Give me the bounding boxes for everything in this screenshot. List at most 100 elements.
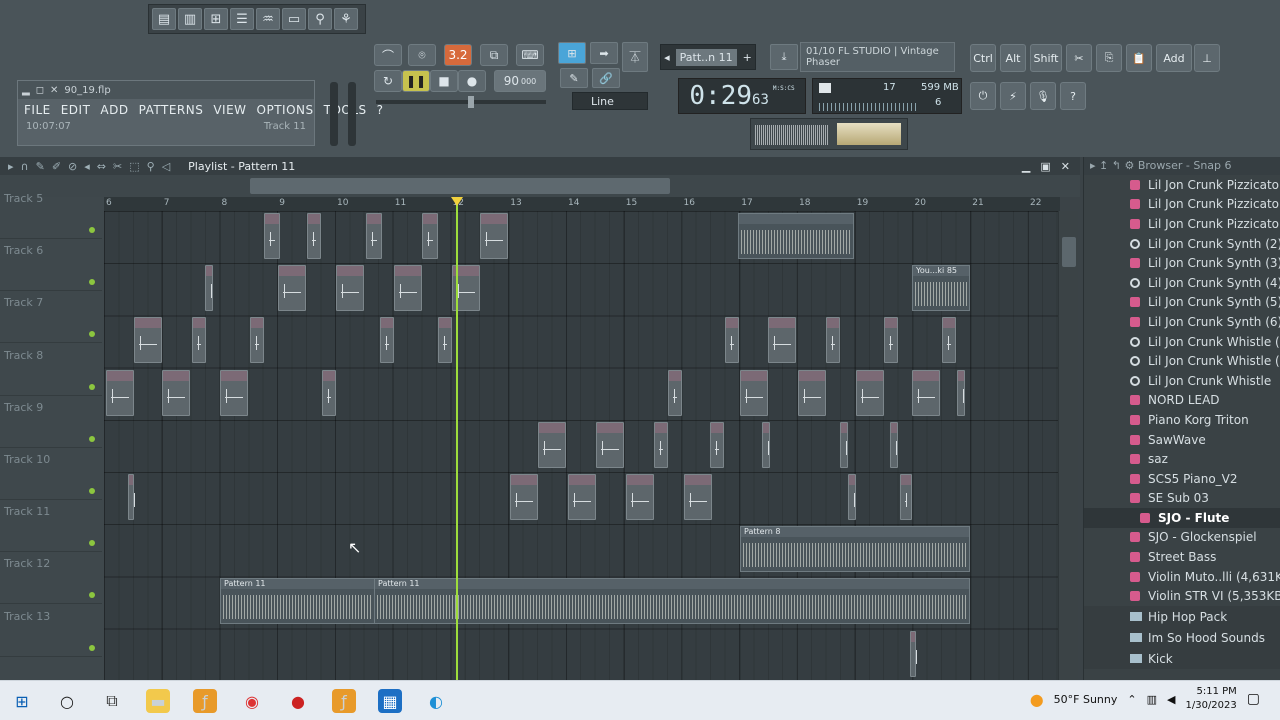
browser-item[interactable]: Street Bass (1084, 547, 1280, 567)
browser-nav-icons[interactable]: ▸ ↥ ↰ ⚙ (1090, 159, 1138, 172)
menu-options[interactable]: OPTIONS (257, 103, 314, 117)
weather-text[interactable]: 50°F Sunny (1054, 693, 1118, 706)
browser-item[interactable]: Lil Jon Crunk Whistle (2) (1084, 332, 1280, 352)
browser-item[interactable]: Lil Jon Crunk Synth (3) (1084, 253, 1280, 273)
pattern-clip[interactable] (480, 213, 508, 259)
pattern-clip[interactable] (912, 369, 940, 416)
browser-folder[interactable]: Kick (1084, 648, 1280, 670)
minimize-icon[interactable]: ▁ (1022, 160, 1030, 173)
prev-pattern-icon[interactable]: ◂ (664, 51, 670, 64)
link-icon[interactable]: 🔗 (592, 68, 620, 88)
vscroll-thumb[interactable] (1062, 237, 1076, 267)
draw-tool-icon[interactable]: ✎ (560, 68, 588, 88)
master-pitch-slider[interactable] (348, 82, 356, 146)
project-info-icon[interactable]: ▭ (282, 8, 306, 30)
maximize-icon[interactable]: ▣ (1040, 160, 1050, 173)
pattern-clip[interactable] (278, 265, 306, 312)
microphone-icon[interactable]: 🎙 (1030, 82, 1056, 110)
browser-item[interactable]: SCS5 Piano_V2 (1084, 469, 1280, 489)
start-icon[interactable]: ⊞ (10, 689, 34, 713)
song-time-display[interactable]: 0:29 63 M:S:CS (678, 78, 806, 114)
pitch-knob[interactable] (468, 96, 474, 108)
pattern-clip[interactable] (307, 213, 321, 259)
typing-keyboard-icon[interactable]: ⌨ (516, 44, 544, 66)
pattern-clip[interactable] (768, 317, 796, 364)
track-led[interactable] (89, 488, 95, 494)
playhead[interactable] (456, 198, 458, 680)
browser-icon[interactable]: ☰ (230, 8, 254, 30)
pattern-clip[interactable] (900, 474, 912, 520)
record-button[interactable]: ● (458, 70, 486, 92)
task-view-icon[interactable]: ⧉ (100, 689, 124, 713)
close-icon[interactable]: ✕ (50, 85, 58, 96)
track-led[interactable] (89, 227, 95, 233)
pattern-clip[interactable] (684, 474, 712, 520)
paste-icon[interactable]: 📋 (1126, 44, 1152, 72)
pattern-clip[interactable] (957, 369, 965, 416)
tempo-display[interactable]: 90 000 (494, 70, 546, 92)
restore-icon[interactable]: ◻ (36, 85, 44, 96)
volume-icon[interactable]: ◀ (1167, 693, 1175, 706)
playhead-marker[interactable] (451, 197, 463, 206)
track-header[interactable]: Track 12 (0, 552, 102, 605)
browser-item[interactable]: NORD LEAD (1084, 391, 1280, 411)
pattern-clip[interactable] (798, 369, 826, 416)
browser-item[interactable]: Lil Jon Crunk Synth (6) (1084, 312, 1280, 332)
notification-icon[interactable]: ▢ (1247, 691, 1260, 707)
fl-studio-icon-2[interactable]: ƒ (332, 689, 356, 713)
power-icon[interactable]: ⏻ (970, 82, 996, 110)
snap-select[interactable]: Line (572, 92, 648, 110)
master-pitch-bar[interactable] (376, 96, 546, 108)
track-led[interactable] (89, 383, 95, 390)
add-pattern-icon[interactable]: + (743, 51, 752, 64)
arrow-right-icon[interactable]: ➡ (590, 42, 618, 64)
file-explorer-icon[interactable]: ▬ (146, 689, 170, 713)
paint-icon[interactable]: ✐ (52, 160, 61, 173)
horizontal-scrollbar[interactable] (0, 175, 1080, 197)
track-header[interactable]: Track 8 (0, 344, 102, 396)
pattern-clip[interactable] (322, 369, 336, 416)
menu-add[interactable]: ADD (100, 103, 128, 117)
pattern-clip[interactable] (762, 421, 770, 468)
app-icon[interactable]: ● (286, 689, 310, 713)
snap-to-grid-icon[interactable]: ⊞ (558, 42, 586, 64)
browser-folder[interactable]: Hip Hop Pack (1084, 606, 1280, 628)
slice-icon[interactable]: ✂ (113, 160, 122, 173)
pattern-clip[interactable] (654, 421, 668, 468)
audio-clip[interactable]: You...ki 85 (912, 265, 970, 312)
audio-clip[interactable]: Pattern 11 (374, 578, 970, 625)
slip-icon[interactable]: ⇔ (97, 160, 106, 173)
delete-icon[interactable]: ⊘ (68, 160, 77, 173)
master-volume-slider[interactable] (330, 82, 338, 146)
store-icon[interactable]: ▦ (378, 689, 402, 713)
step-edit-icon[interactable]: ⧉ (480, 44, 508, 66)
pattern-clip[interactable] (128, 474, 135, 520)
pencil-icon[interactable]: ✎ (36, 160, 45, 173)
pattern-clip[interactable] (250, 317, 264, 364)
pattern-clip[interactable] (668, 369, 682, 416)
alt-button[interactable]: Alt (1000, 44, 1026, 72)
pattern-clip[interactable] (205, 265, 213, 312)
pattern-clip[interactable] (856, 369, 884, 416)
pattern-clip[interactable] (192, 317, 206, 364)
timeline-ruler[interactable]: 6 7 8 9 10 11 12 13 14 15 16 17 18 19 20 21 22 (104, 197, 1060, 211)
vertical-scrollbar[interactable] (1058, 211, 1078, 680)
pattern-clip[interactable] (568, 474, 596, 520)
pattern-clip[interactable] (596, 421, 624, 468)
pattern-clip[interactable] (740, 369, 768, 416)
playlist-grid[interactable]: You...ki 85 Pattern 8 Pattern 11 Pattern 11 (104, 211, 1058, 680)
playback-icon[interactable]: ◁ (162, 160, 170, 173)
pattern-clip[interactable] (890, 421, 898, 468)
menu-patterns[interactable]: PATTERNS (139, 103, 204, 117)
pattern-clip[interactable] (366, 213, 382, 259)
pattern-clip[interactable] (710, 421, 724, 468)
menu-edit[interactable]: EDIT (61, 103, 91, 117)
piano-roll-icon[interactable]: ▥ (178, 8, 202, 30)
browser-item[interactable]: Lil Jon Crunk Whistle (3) (1084, 351, 1280, 371)
midi-icon[interactable]: ⚡ (1000, 82, 1026, 110)
pattern-clip[interactable] (336, 265, 364, 312)
browser-item[interactable]: SJO - Flute (1084, 508, 1280, 528)
pattern-clip[interactable] (134, 317, 162, 364)
pattern-clip[interactable] (884, 317, 898, 364)
pattern-clip[interactable] (162, 369, 190, 416)
